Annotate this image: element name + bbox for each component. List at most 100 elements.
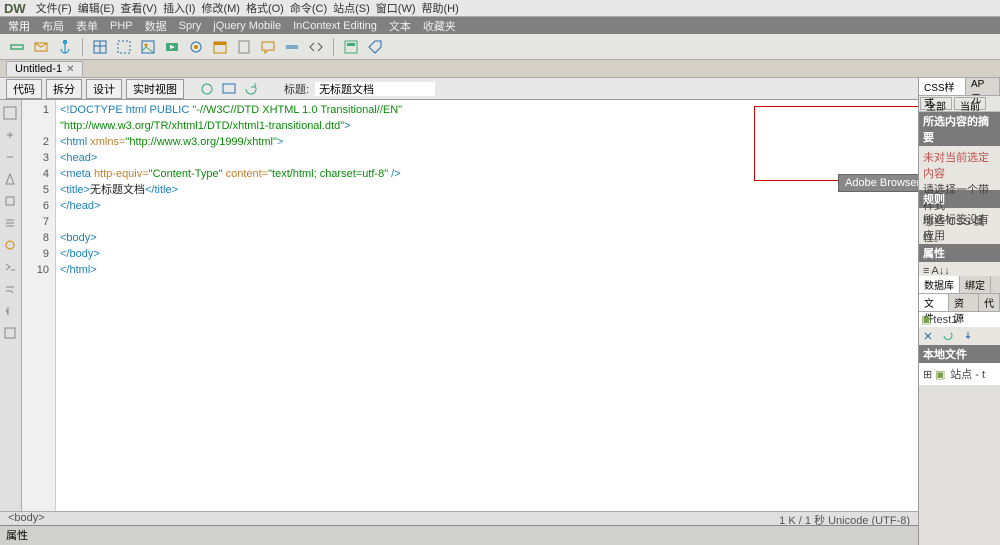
div-icon[interactable]	[115, 38, 133, 56]
summary-head: 所选内容的摘要	[919, 112, 1000, 146]
code-rail	[0, 100, 22, 515]
files-tab[interactable]: 文件	[919, 294, 949, 311]
menu-edit[interactable]: 编辑(E)	[78, 0, 115, 16]
status-bar: <body> 1 K / 1 秒 Unicode (UTF-8)	[0, 511, 918, 525]
wrap-icon[interactable]	[3, 282, 19, 298]
split-view-button[interactable]: 拆分	[46, 79, 82, 99]
format-icon[interactable]	[3, 326, 19, 342]
table-icon[interactable]	[91, 38, 109, 56]
menu-insert[interactable]: 插入(I)	[163, 0, 195, 16]
live-view-button[interactable]: 实时视图	[126, 79, 184, 99]
right-panels: CSS样式 AP 元 全部 当前 所选内容的摘要 未对当前选定内容 请选择一个带…	[918, 78, 1000, 545]
menu-window[interactable]: 窗口(W)	[376, 0, 416, 16]
document-tab-name: Untitled-1	[15, 63, 62, 75]
email-icon[interactable]	[32, 38, 50, 56]
snippets-tab[interactable]: 代	[979, 294, 1000, 311]
title-label: 标题:	[284, 81, 309, 97]
db-tab[interactable]: 数据库	[919, 276, 960, 293]
site-name[interactable]: test1	[933, 314, 957, 326]
menu-command[interactable]: 命令(C)	[290, 0, 327, 16]
css-tab[interactable]: CSS样式	[919, 78, 966, 95]
tree-expand-icon[interactable]: ⊞	[923, 369, 932, 381]
local-files-head: 本地文件	[919, 345, 1000, 363]
indent-icon[interactable]	[3, 304, 19, 320]
divider	[82, 38, 83, 56]
inspect-icon[interactable]	[198, 80, 216, 98]
widget-icon[interactable]	[187, 38, 205, 56]
link-icon[interactable]	[8, 38, 26, 56]
menu-format[interactable]: 格式(O)	[246, 0, 284, 16]
image-icon[interactable]	[139, 38, 157, 56]
sort-icon[interactable]: A↓↓	[931, 265, 949, 273]
server-icon[interactable]	[235, 38, 253, 56]
menu-help[interactable]: 帮助(H)	[422, 0, 459, 16]
menu-file[interactable]: 文件(F)	[36, 0, 72, 16]
line-num: 2	[22, 134, 49, 150]
document-toolbar: 代码 拆分 设计 实时视图 标题:	[0, 78, 1000, 100]
all-button[interactable]: 全部	[920, 97, 952, 110]
menu-modify[interactable]: 修改(M)	[201, 0, 240, 16]
line-num: 8	[22, 230, 49, 246]
current-button[interactable]: 当前	[954, 97, 986, 110]
line-numbers-icon[interactable]	[3, 216, 19, 232]
tab-layout[interactable]: 布局	[42, 18, 64, 34]
collapse-icon[interactable]	[3, 128, 19, 144]
highlight-icon[interactable]	[3, 238, 19, 254]
tab-spry[interactable]: Spry	[179, 20, 202, 32]
tab-text[interactable]: 文本	[389, 18, 411, 34]
multiscreen-icon[interactable]	[220, 80, 238, 98]
get-icon[interactable]	[961, 329, 975, 343]
balance-icon[interactable]	[3, 194, 19, 210]
ap-tab[interactable]: AP 元	[966, 78, 1000, 95]
line-num: 9	[22, 246, 49, 262]
props-head: 属性	[919, 244, 1000, 262]
anchor-icon[interactable]	[56, 38, 74, 56]
close-icon[interactable]: ✕	[66, 64, 74, 75]
document-tab[interactable]: Untitled-1 ✕	[6, 61, 83, 76]
menu-site[interactable]: 站点(S)	[333, 0, 370, 16]
head-icon[interactable]	[283, 38, 301, 56]
tab-data[interactable]: 数据	[145, 18, 167, 34]
refresh-icon[interactable]	[941, 329, 955, 343]
date-icon[interactable]	[211, 38, 229, 56]
tag-selector[interactable]: <body>	[8, 512, 45, 525]
menu-bar: DW 文件(F) 编辑(E) 查看(V) 插入(I) 修改(M) 格式(O) 命…	[0, 0, 1000, 17]
menu-view[interactable]: 查看(V)	[120, 0, 157, 16]
insert-toolbar	[0, 34, 1000, 60]
select-parent-icon[interactable]	[3, 172, 19, 188]
connect-icon[interactable]	[921, 329, 935, 343]
line-num: 7	[22, 214, 49, 230]
status-info: 1 K / 1 秒 Unicode (UTF-8)	[779, 512, 910, 525]
open-docs-icon[interactable]	[3, 106, 19, 122]
tab-fav[interactable]: 收藏夹	[423, 18, 456, 34]
media-icon[interactable]	[163, 38, 181, 56]
expand-icon[interactable]	[3, 150, 19, 166]
bind-tab[interactable]: 绑定	[960, 276, 991, 293]
summary-text: 未对当前选定内容	[923, 149, 996, 181]
line-num: 10	[22, 262, 49, 278]
tab-php[interactable]: PHP	[110, 20, 133, 32]
line-num: 5	[22, 182, 49, 198]
add-prop-icon[interactable]: ≡	[923, 265, 929, 273]
line-num: 6	[22, 198, 49, 214]
tab-common[interactable]: 常用	[8, 18, 30, 34]
site-row[interactable]: 站点 - t	[950, 369, 985, 381]
script-icon[interactable]	[307, 38, 325, 56]
code-view-button[interactable]: 代码	[6, 79, 42, 99]
line-num: 4	[22, 166, 49, 182]
templates-icon[interactable]	[342, 38, 360, 56]
line-gutter: 1 2 3 4 5 6 7 8 9 10	[22, 100, 56, 515]
divider	[333, 38, 334, 56]
comment-icon[interactable]	[259, 38, 277, 56]
tab-jqm[interactable]: jQuery Mobile	[213, 20, 281, 32]
tag-icon[interactable]	[366, 38, 384, 56]
design-view-button[interactable]: 设计	[86, 79, 122, 99]
refresh-icon[interactable]	[242, 80, 260, 98]
assets-tab[interactable]: 资源	[949, 294, 979, 311]
tab-ice[interactable]: InContext Editing	[293, 20, 377, 32]
properties-panel[interactable]: 属性	[0, 525, 918, 545]
syntax-icon[interactable]	[3, 260, 19, 276]
code-editor[interactable]: <!DOCTYPE html PUBLIC "-//W3C//DTD XHTML…	[56, 100, 1000, 515]
tab-forms[interactable]: 表单	[76, 18, 98, 34]
title-input[interactable]	[315, 82, 435, 96]
